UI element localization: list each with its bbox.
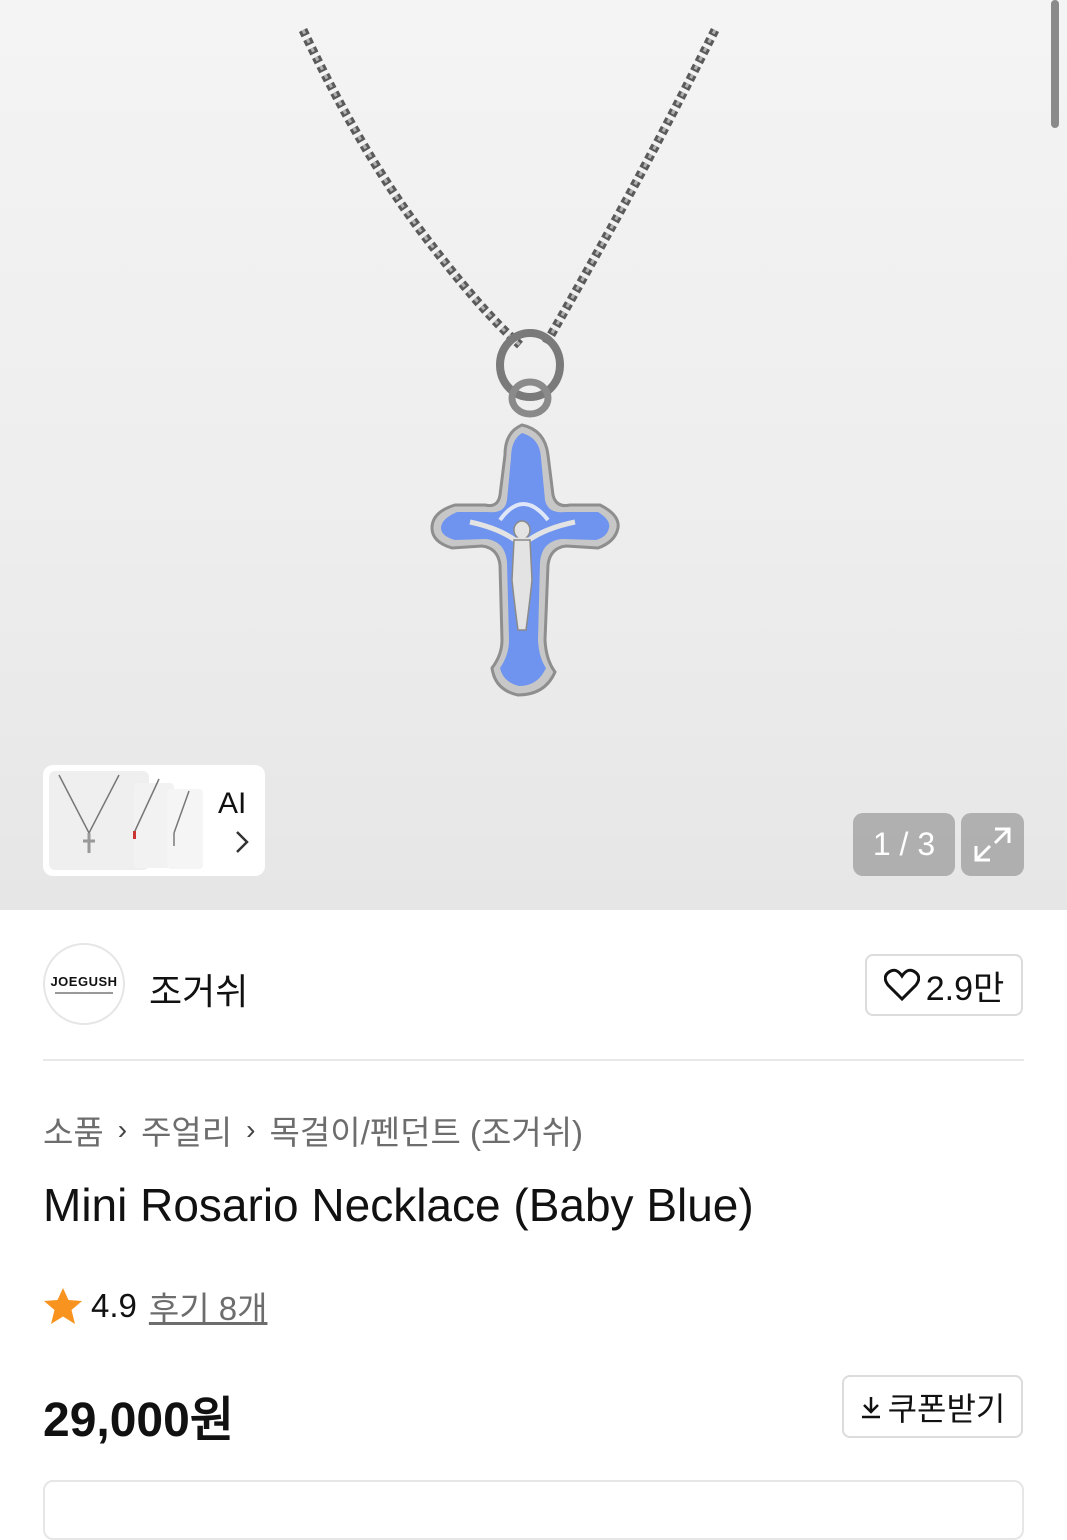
breadcrumb: 소품 › 주얼리 › 목걸이/펜던트 (조거쉬): [43, 1106, 583, 1154]
rating-row: 4.9 후기 8개: [43, 1282, 267, 1330]
rating-score: 4.9: [91, 1287, 137, 1324]
coupon-button[interactable]: 쿠폰받기: [842, 1375, 1023, 1438]
coupon-label: 쿠폰받기: [887, 1390, 1006, 1427]
divider: [43, 1059, 1024, 1061]
product-title: Mini Rosario Necklace (Baby Blue): [43, 1179, 754, 1231]
expand-button[interactable]: [961, 813, 1024, 876]
chevron-right-icon: ›: [246, 1114, 256, 1145]
info-card: [43, 1480, 1024, 1540]
breadcrumb-item-jewelry[interactable]: 주얼리: [141, 1106, 232, 1154]
like-count: 2.9만: [925, 969, 1005, 1008]
thumbnail-images: [49, 771, 203, 870]
star-icon: [44, 1288, 82, 1324]
breadcrumb-item-accessories[interactable]: 소품: [43, 1106, 104, 1154]
breadcrumb-item-necklace[interactable]: 목걸이/펜던트 (조거쉬): [269, 1106, 583, 1154]
brand-logo-text: JOEGUSH: [50, 974, 118, 989]
image-counter: 1 / 3: [853, 813, 955, 876]
ai-label: AI: [218, 787, 247, 820]
brand-logo[interactable]: JOEGUSH: [43, 943, 125, 1025]
product-price: 29,000원: [43, 1394, 234, 1447]
chevron-right-icon: [236, 831, 249, 853]
brand-name[interactable]: 조거쉬: [149, 963, 248, 1015]
download-icon: [861, 1396, 880, 1418]
expand-icon: [974, 827, 1011, 862]
reviews-link[interactable]: 후기 8개: [149, 1282, 268, 1330]
heart-icon: [883, 968, 920, 1002]
page-scrollbar[interactable]: [1051, 0, 1059, 128]
like-button[interactable]: 2.9만: [865, 954, 1023, 1016]
chevron-right-icon: ›: [117, 1114, 128, 1145]
brand-logo-tagline-line: [55, 992, 113, 994]
product-image-gallery[interactable]: AI 1 / 3: [0, 0, 1067, 910]
